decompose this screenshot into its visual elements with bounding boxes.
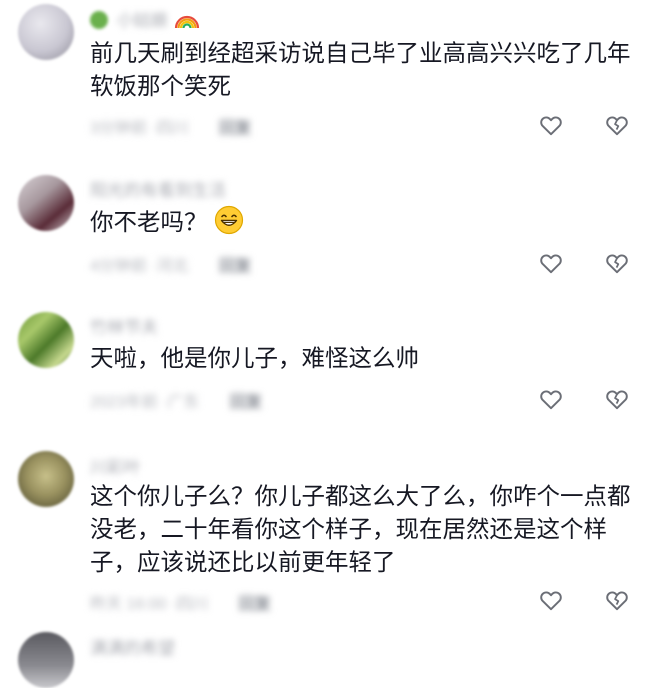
- reply-button[interactable]: 回复: [219, 114, 251, 138]
- avatar[interactable]: [18, 175, 74, 231]
- avatar[interactable]: [18, 632, 74, 688]
- clover-badge-icon: [90, 11, 108, 29]
- heart-icon[interactable]: [538, 386, 564, 412]
- username[interactable]: 阳光的有看到生活: [90, 176, 226, 201]
- broken-heart-icon[interactable]: [604, 250, 630, 276]
- broken-heart-icon[interactable]: [604, 112, 630, 138]
- comment-text: 天啦，他是你儿子，难怪这么帅: [90, 345, 419, 371]
- avatar[interactable]: [18, 312, 74, 368]
- reply-button[interactable]: 回复: [239, 590, 271, 614]
- avatar[interactable]: [18, 4, 74, 60]
- username[interactable]: 川彩叶: [90, 453, 141, 478]
- heart-icon[interactable]: [538, 112, 564, 138]
- reply-button[interactable]: 回复: [230, 388, 262, 412]
- rainbow-icon: [175, 15, 200, 29]
- comment-meta: 4分钟前 ·河北 回复: [90, 252, 251, 276]
- comment-feed: 小姑娘 前几天刷到经超采访说自己毕了业高高兴兴吃了几年软饭那个笑死 3分钟前 ·…: [0, 0, 656, 688]
- grinning-face-emoji-icon: [214, 205, 243, 235]
- comment-time: 2023年前 ·广东: [90, 394, 200, 411]
- comment-text: 前几天刷到经超采访说自己毕了业高高兴兴吃了几年软饭那个笑死: [90, 40, 631, 99]
- comment-text: 这个你儿子么？你儿子都这么大了么，你咋个一点都没老，二十年看你这个样子，现在居然…: [90, 483, 631, 575]
- username[interactable]: 小姑娘: [90, 6, 200, 31]
- avatar[interactable]: [18, 451, 74, 507]
- comment-time: 昨天 16:00 ·四川: [90, 596, 209, 613]
- comment-meta: 2023年前 ·广东 回复: [90, 388, 262, 412]
- broken-heart-icon[interactable]: [604, 587, 630, 613]
- comment-text: 你不老吗？: [90, 205, 635, 239]
- username[interactable]: 竹林节夫: [90, 313, 158, 338]
- heart-icon[interactable]: [538, 587, 564, 613]
- comment-meta: 3分钟前 ·四川 回复: [90, 114, 251, 138]
- comment-time: 3分钟前 ·四川: [90, 120, 189, 137]
- comment-time: 4分钟前 ·河北: [90, 258, 189, 275]
- broken-heart-icon[interactable]: [604, 386, 630, 412]
- reply-button[interactable]: 回复: [219, 252, 251, 276]
- comment-meta: 昨天 16:00 ·四川 回复: [90, 590, 271, 614]
- username[interactable]: 满满的希望: [90, 634, 175, 659]
- heart-icon[interactable]: [538, 250, 564, 276]
